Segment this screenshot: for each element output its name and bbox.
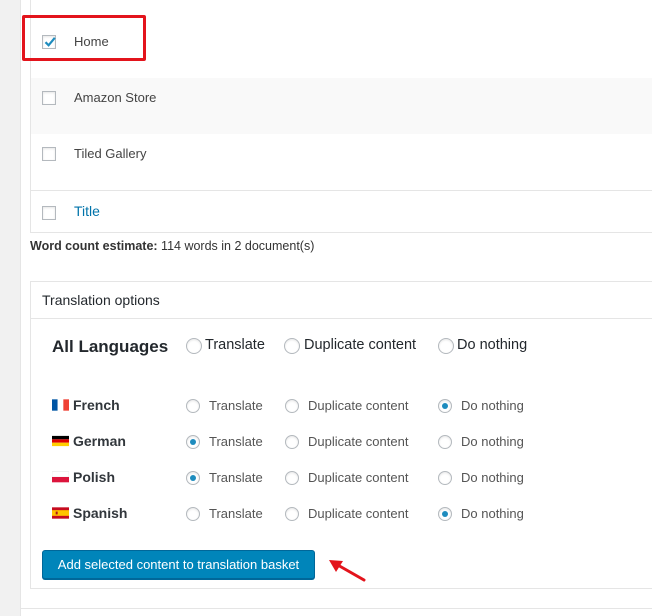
german-nothing-label: Do nothing	[461, 434, 524, 449]
all-duplicate-radio[interactable]	[284, 338, 300, 354]
highlight-box	[22, 15, 146, 61]
all-translate-label: Translate	[205, 337, 265, 353]
translation-options-header: Translation options	[31, 282, 652, 319]
german-nothing-radio[interactable]	[438, 435, 452, 449]
list-item-tiled-gallery[interactable]: Tiled Gallery	[31, 134, 652, 190]
es-flag-icon	[52, 507, 69, 519]
spanish-nothing-radio[interactable]	[438, 507, 452, 521]
word-count-estimate: Word count estimate: 114 words in 2 docu…	[30, 239, 314, 253]
list-item-amazon-store[interactable]: Amazon Store	[31, 78, 652, 134]
word-count-label: Word count estimate:	[30, 239, 158, 253]
de-flag-icon	[52, 435, 69, 447]
spanish-duplicate-label: Duplicate content	[308, 506, 409, 521]
title-column-link[interactable]: Title	[74, 203, 100, 219]
french-translate-radio[interactable]	[186, 399, 200, 413]
french-translate-label: Translate	[209, 398, 263, 413]
list-item-label: Amazon Store	[74, 90, 157, 105]
pl-flag-icon	[52, 471, 69, 483]
polish-duplicate-label: Duplicate content	[308, 470, 409, 485]
bottom-divider	[20, 608, 652, 609]
amazon-store-checkbox[interactable]	[42, 91, 56, 105]
polish-nothing-label: Do nothing	[461, 470, 524, 485]
word-count-value: 114 words in 2 document(s)	[161, 239, 315, 253]
all-nothing-radio[interactable]	[438, 338, 454, 354]
select-all-checkbox[interactable]	[42, 206, 56, 220]
german-duplicate-label: Duplicate content	[308, 434, 409, 449]
language-label-french: French	[73, 397, 120, 413]
german-duplicate-radio[interactable]	[285, 435, 299, 449]
german-translate-radio[interactable]	[186, 435, 200, 449]
polish-nothing-radio[interactable]	[438, 471, 452, 485]
spanish-nothing-label: Do nothing	[461, 506, 524, 521]
all-duplicate-label: Duplicate content	[304, 337, 417, 353]
list-item-label: Tiled Gallery	[74, 146, 147, 161]
all-languages-label: All Languages	[52, 337, 169, 356]
pointer-arrow-icon	[329, 560, 366, 582]
polish-duplicate-radio[interactable]	[285, 471, 299, 485]
translation-options-title: Translation options	[42, 292, 160, 308]
french-duplicate-radio[interactable]	[285, 399, 299, 413]
german-translate-label: Translate	[209, 434, 263, 449]
language-label-german: German	[73, 433, 126, 449]
french-nothing-radio[interactable]	[438, 399, 452, 413]
spanish-duplicate-radio[interactable]	[285, 507, 299, 521]
spanish-translate-radio[interactable]	[186, 507, 200, 521]
all-translate-radio[interactable]	[186, 338, 202, 354]
translation-options-panel: Translation options All Languages Transl…	[30, 281, 652, 589]
polish-translate-label: Translate	[209, 470, 263, 485]
list-footer-row: Title	[31, 190, 652, 233]
spanish-translate-label: Translate	[209, 506, 263, 521]
add-to-translation-basket-button[interactable]: Add selected content to translation bask…	[42, 550, 315, 579]
tiled-gallery-checkbox[interactable]	[42, 147, 56, 161]
fr-flag-icon	[52, 399, 69, 411]
french-duplicate-label: Duplicate content	[308, 398, 409, 413]
language-label-polish: Polish	[73, 469, 116, 485]
all-nothing-label: Do nothing	[457, 337, 528, 353]
polish-translate-radio[interactable]	[186, 471, 200, 485]
french-nothing-label: Do nothing	[461, 398, 524, 413]
language-label-spanish: Spanish	[73, 505, 128, 521]
